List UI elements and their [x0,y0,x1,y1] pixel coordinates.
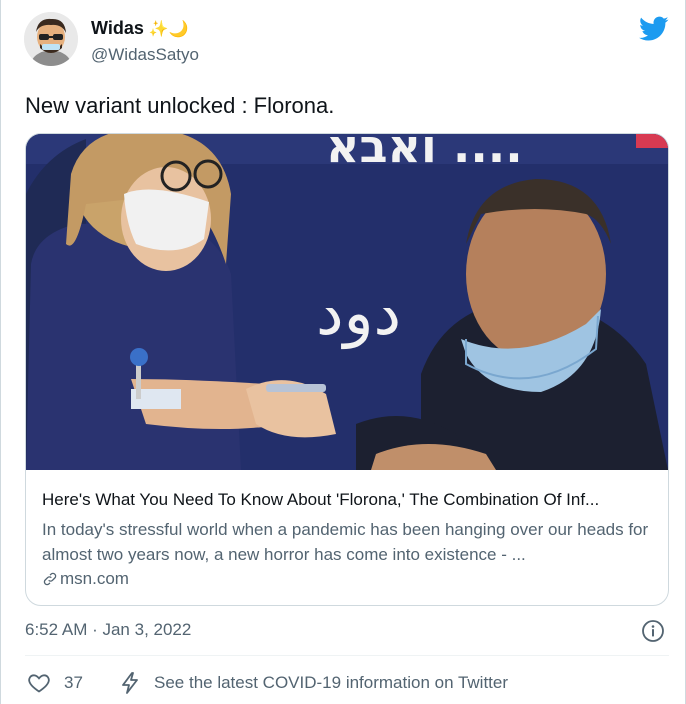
link-preview-card[interactable]: ואבא .... دود Here's What You Need To Kn… [25,133,669,606]
link-chain-icon [43,572,57,586]
display-name[interactable]: Widas ✨🌙 [91,16,189,42]
name-emoji: ✨🌙 [148,21,189,38]
banner-hebrew-text: ואבא .... [326,134,523,173]
link-preview-image[interactable]: ואבא .... دود [26,134,668,470]
tweet-text: New variant unlocked : Florona. [25,93,335,118]
link-description: In today's stressful world when a pandem… [42,520,649,564]
divider [25,655,669,656]
display-name-text[interactable]: Widas [91,18,144,38]
banner-arabic-text: دود [316,276,401,349]
like-count[interactable]: 37 [64,672,83,694]
link-title[interactable]: Here's What You Need To Know About 'Flor… [42,489,654,511]
link-domain-text[interactable]: msn.com [60,569,129,588]
avatar[interactable] [24,12,78,66]
covid-info-link[interactable]: See the latest COVID-19 information on T… [154,672,508,694]
heart-icon[interactable] [27,671,51,695]
info-icon[interactable] [641,619,665,643]
link-domain[interactable]: msn.com [42,568,129,590]
tweet-timestamp[interactable]: 6:52 AM · Jan 3, 2022 [25,619,191,641]
user-handle[interactable]: @WidasSatyo [91,44,199,66]
tweet-card: Widas ✨🌙 @WidasSatyo New variant unlocke… [0,0,686,704]
twitter-bird-icon[interactable] [639,16,669,42]
lightning-bolt-icon[interactable] [119,671,141,695]
